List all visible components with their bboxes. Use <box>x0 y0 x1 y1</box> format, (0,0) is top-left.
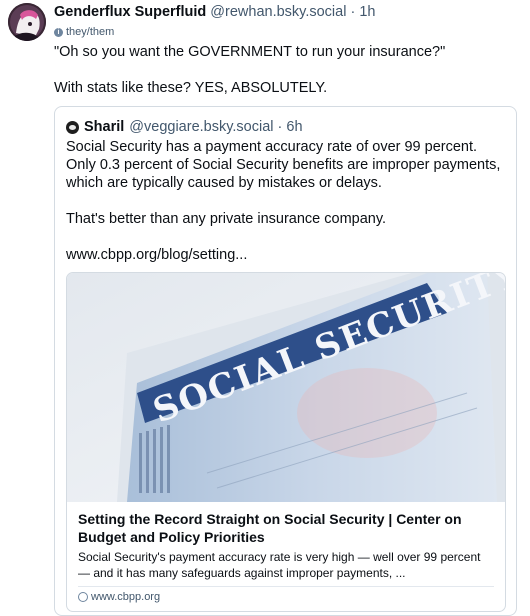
link-card-domain-text: www.cbpp.org <box>91 591 161 603</box>
link-card-divider <box>78 586 494 587</box>
quoted-post-text: Social Security has a payment accuracy r… <box>66 138 505 264</box>
pronouns-label: they/them <box>66 26 115 38</box>
quoted-post-header: Sharil @veggiare.bsky.social · 6h <box>66 118 505 136</box>
quoted-link[interactable]: www.cbpp.org/blog/setting... <box>66 246 505 264</box>
quoted-post-time[interactable]: 6h <box>286 119 302 135</box>
post-text-line2: With stats like these? YES, ABSOLUTELY. <box>54 80 328 96</box>
globe-icon <box>78 592 88 602</box>
post-header: Genderflux Superfluid @rewhan.bsky.socia… <box>54 3 522 21</box>
post-text: "Oh so you want the GOVERNMENT to run yo… <box>54 43 522 97</box>
quoted-time-separator: · <box>273 119 287 135</box>
quoted-author-handle[interactable]: @veggiare.bsky.social <box>129 119 273 135</box>
link-card-description: Social Security's payment accuracy rate … <box>78 550 481 580</box>
link-card-image[interactable]: SOCIAL SECURITY <box>67 273 505 502</box>
quoted-paragraph-2: That's better than any private insurance… <box>66 211 387 227</box>
time-separator: · <box>346 4 360 20</box>
quoted-author-avatar[interactable] <box>66 120 79 134</box>
link-card-domain: www.cbpp.org <box>78 590 160 604</box>
author-avatar[interactable] <box>8 3 46 41</box>
quoted-author-name[interactable]: Sharil <box>84 118 124 136</box>
author-handle[interactable]: @rewhan.bsky.social <box>210 4 346 20</box>
quoted-paragraph-1: Social Security has a payment accuracy r… <box>66 139 501 191</box>
quoted-post[interactable]: Sharil @veggiare.bsky.social · 6h Social… <box>54 106 517 616</box>
pronouns: i they/them <box>54 25 114 39</box>
link-card[interactable]: SOCIAL SECURITY Setting the Record Strai… <box>66 272 506 612</box>
post: Genderflux Superfluid @rewhan.bsky.socia… <box>0 0 530 616</box>
link-card-title[interactable]: Setting the Record Straight on Social Se… <box>78 510 494 546</box>
post-time[interactable]: 1h <box>359 4 375 20</box>
author-name[interactable]: Genderflux Superfluid <box>54 4 206 20</box>
info-icon: i <box>54 27 63 37</box>
post-text-line1: "Oh so you want the GOVERNMENT to run yo… <box>54 44 446 60</box>
